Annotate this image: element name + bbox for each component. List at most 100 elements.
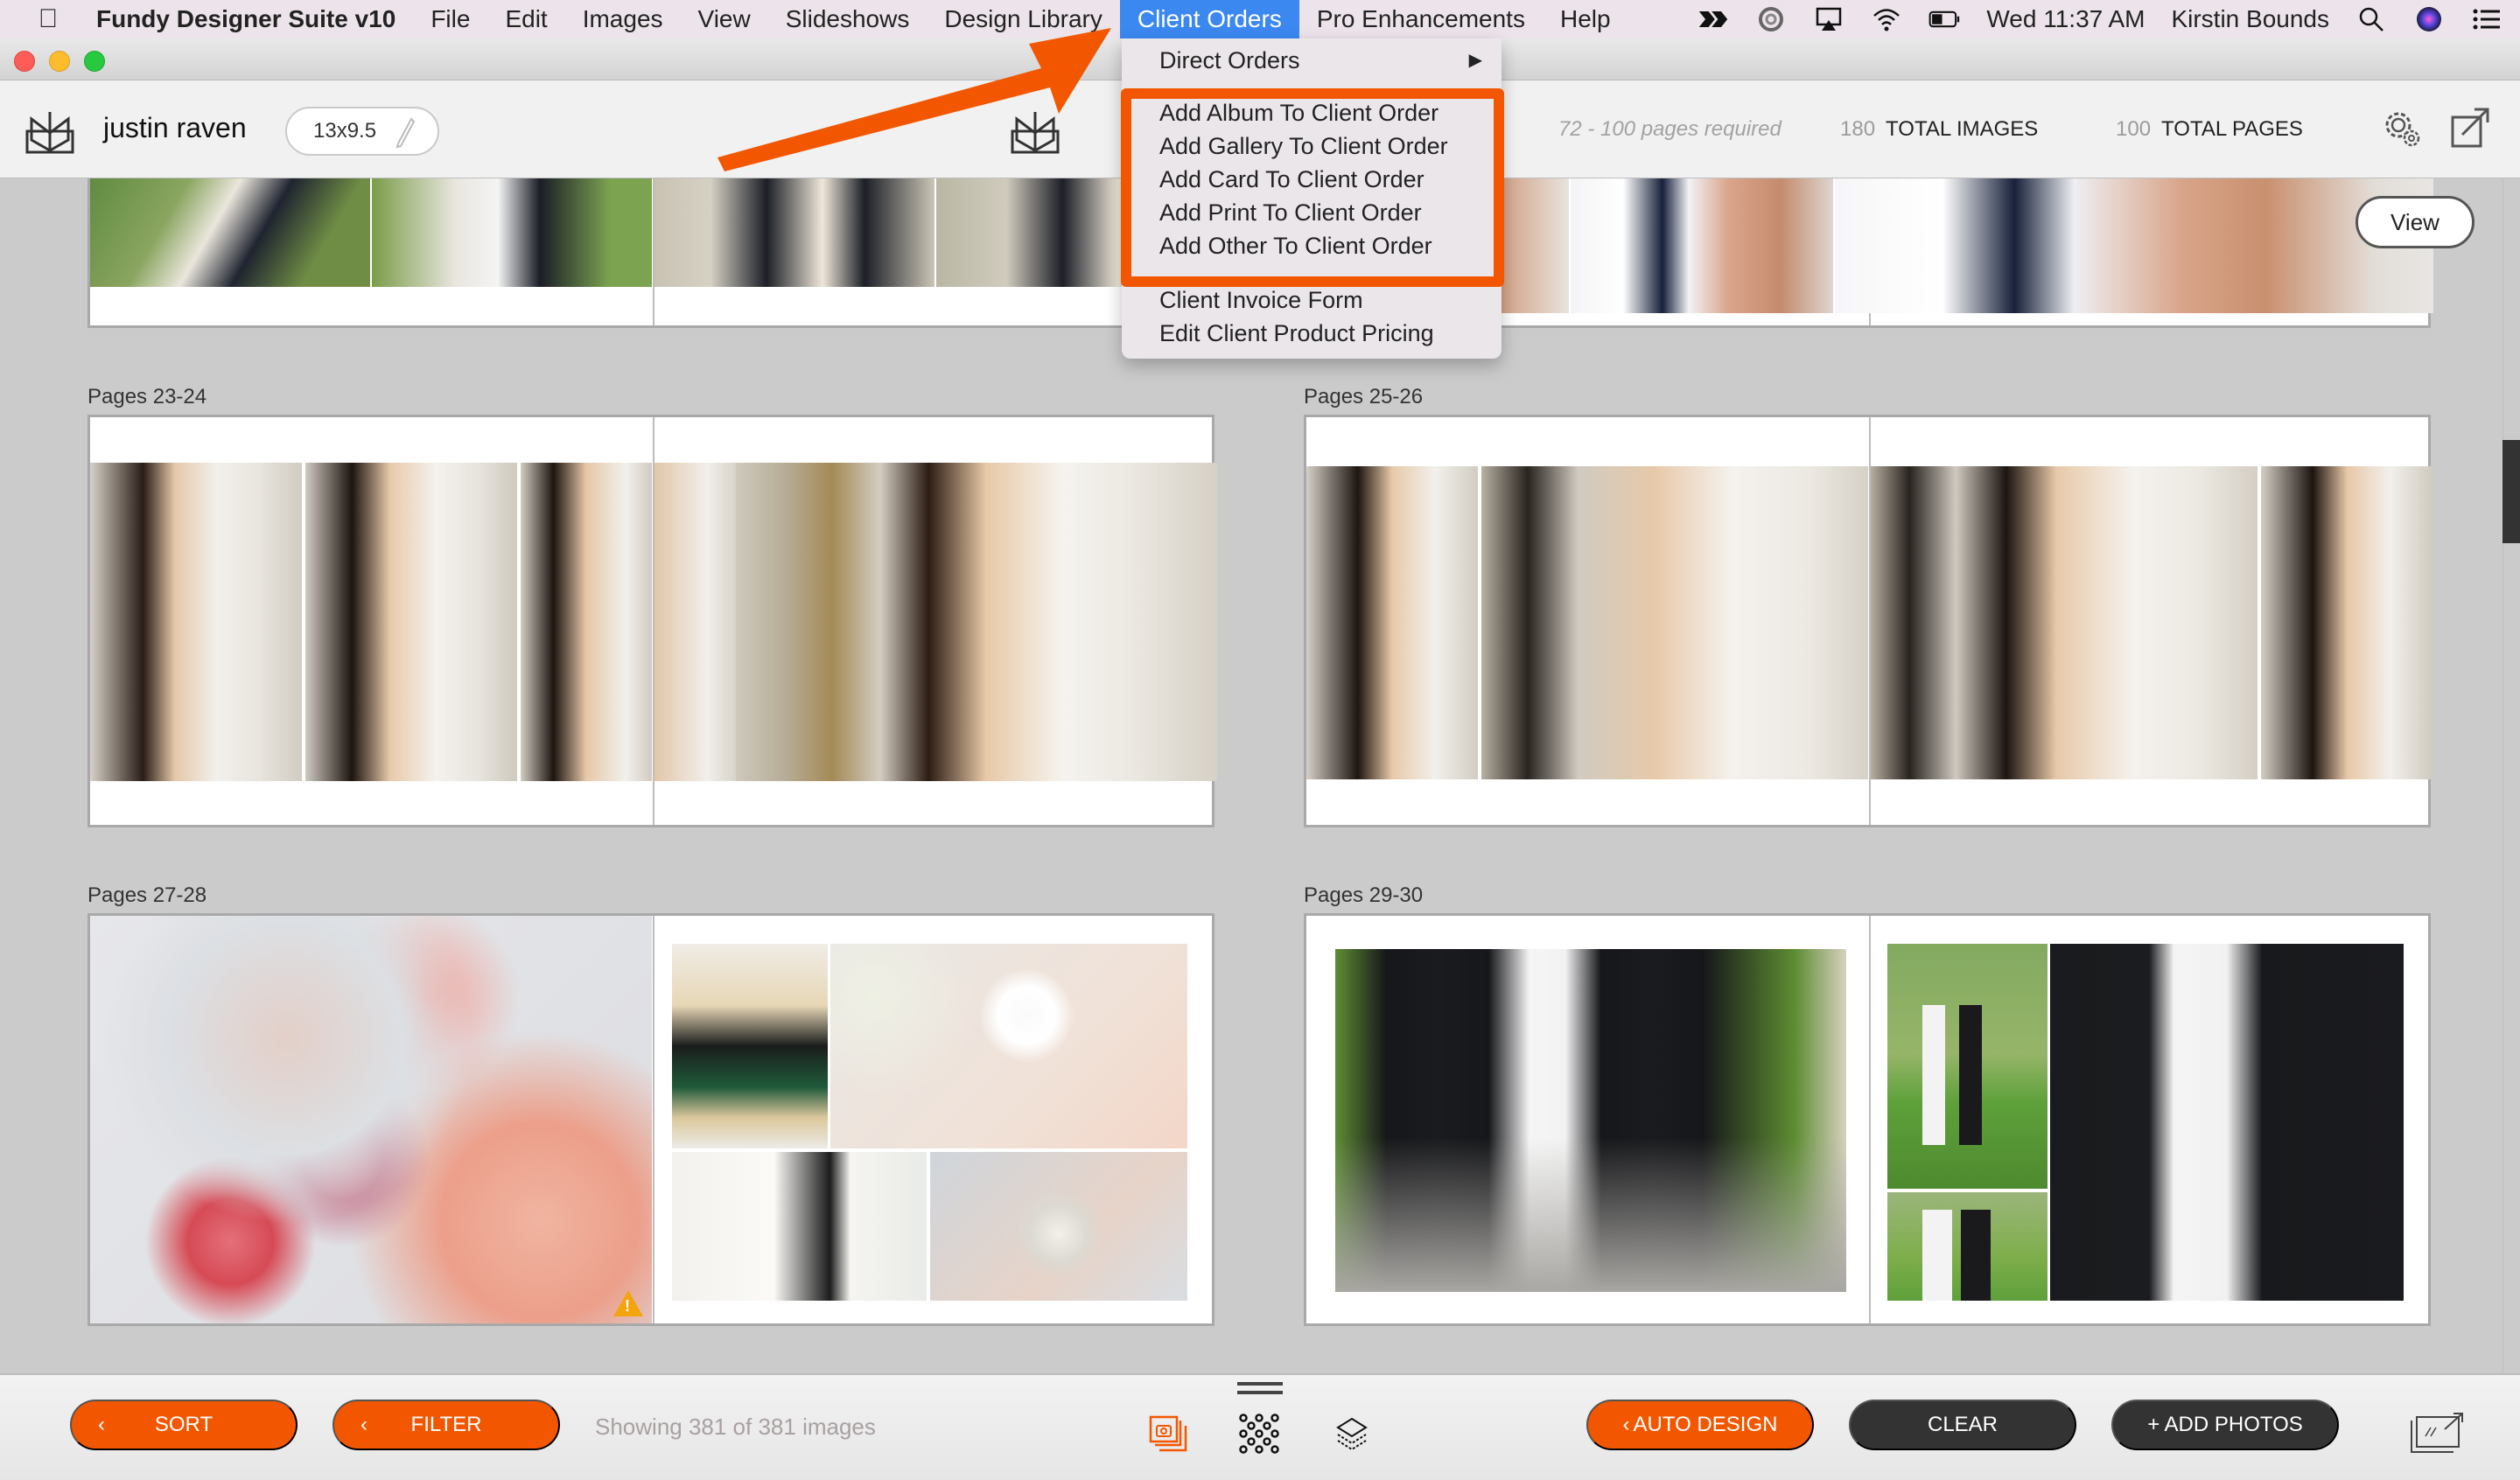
total-images-label: TOTAL IMAGES: [1886, 117, 2039, 141]
add-photos-label: + ADD PHOTOS: [2147, 1413, 2303, 1436]
spread-photo-continued: [654, 463, 742, 781]
menu-edit[interactable]: Edit: [487, 0, 564, 38]
fundy-album-logo-icon[interactable]: [24, 110, 75, 160]
layers-icon[interactable]: [1336, 1417, 1368, 1455]
spread-photo[interactable]: [90, 916, 652, 1323]
panel-resize-handle[interactable]: [1237, 1382, 1283, 1394]
spread-photo[interactable]: [672, 944, 828, 1148]
macos-menu-bar:  Fundy Designer Suite v10 File Edit Ima…: [0, 0, 2520, 38]
menu-app-name[interactable]: Fundy Designer Suite v10: [96, 0, 413, 38]
view-button[interactable]: View: [2356, 196, 2474, 248]
spread-pages-27-28[interactable]: !: [88, 913, 1214, 1326]
photo-figure: [1922, 1005, 1945, 1145]
sort-label: SORT: [154, 1413, 214, 1436]
menu-item-label: Direct Orders: [1159, 47, 1300, 73]
menubar-user[interactable]: Kirstin Bounds: [2171, 5, 2329, 33]
clear-label: CLEAR: [1927, 1413, 1998, 1436]
spread-photo[interactable]: [654, 178, 934, 287]
vertical-scrollbar-thumb[interactable]: [2502, 440, 2520, 543]
spread-fold: [1869, 916, 1871, 1323]
bottom-toolbar: ‹ SORT ‹ FILTER Showing 381 of 381 image…: [0, 1373, 2520, 1480]
total-images-count: 180: [1840, 117, 1876, 141]
annotation-highlight-box: [1121, 88, 1504, 287]
spread-photo[interactable]: [1306, 466, 1478, 779]
spread-photo[interactable]: [305, 463, 517, 781]
spotlight-search-icon[interactable]: [2356, 6, 2387, 32]
spread-partial-left[interactable]: [88, 178, 1217, 328]
settings-gears-icon[interactable]: [2382, 108, 2422, 153]
spread-photo[interactable]: [1887, 944, 2048, 1189]
chevron-left-icon: ‹: [1622, 1413, 1630, 1436]
filter-button[interactable]: ‹ FILTER: [332, 1400, 560, 1450]
spread-pages-29-30[interactable]: [1304, 913, 2431, 1326]
spread-photo[interactable]: [1871, 466, 2258, 779]
menubar-clock[interactable]: Wed 11:37 AM: [1986, 5, 2145, 33]
apple-menu-icon[interactable]: : [0, 4, 96, 34]
pop-out-window-icon[interactable]: [2450, 107, 2490, 153]
image-stack-icon[interactable]: [1149, 1415, 1187, 1456]
spread-photo[interactable]: [1481, 466, 1868, 779]
spread-photo[interactable]: [2050, 944, 2404, 1301]
spread-photo[interactable]: [930, 1152, 1187, 1301]
spread-photo[interactable]: [736, 463, 1217, 781]
total-pages-label: TOTAL PAGES: [2161, 117, 2303, 141]
menu-item-direct-orders[interactable]: Direct Orders: [1159, 47, 1483, 74]
image-count-text: Showing 381 of 381 images: [595, 1414, 876, 1440]
battery-icon[interactable]: [1928, 6, 1960, 32]
auto-design-label: AUTO DESIGN: [1633, 1413, 1778, 1436]
spread-photo[interactable]: [1835, 178, 2433, 313]
total-pages-stat: 100 TOTAL PAGES: [2116, 117, 2303, 142]
spread-label: Pages 27-28: [88, 883, 207, 907]
spread-photo[interactable]: [372, 178, 652, 287]
notification-center-icon[interactable]: [2471, 6, 2502, 32]
window-close-button[interactable]: [14, 51, 35, 72]
auto-design-button[interactable]: ‹ AUTO DESIGN: [1586, 1400, 1814, 1450]
album-size-value: 13x9.5: [313, 119, 377, 143]
total-images-stat: 180 TOTAL IMAGES: [1840, 117, 2038, 142]
grid-dots-icon[interactable]: [1239, 1414, 1279, 1458]
window-minimize-button[interactable]: [49, 51, 70, 72]
spread-label: Pages 23-24: [88, 385, 207, 408]
siri-icon[interactable]: [2413, 6, 2445, 32]
spread-fold: [653, 916, 654, 1323]
wifi-icon[interactable]: [1871, 6, 1902, 32]
spread-label: Pages 25-26: [1304, 385, 1424, 408]
spread-pages-23-24[interactable]: [88, 415, 1217, 827]
spread-photo[interactable]: [1335, 949, 1846, 1292]
menu-pro-enhancements[interactable]: Pro Enhancements: [1299, 0, 1543, 38]
menu-file[interactable]: File: [413, 0, 487, 38]
menu-item-client-invoice-form[interactable]: Client Invoice Form: [1159, 287, 1363, 314]
spread-photo[interactable]: [672, 1152, 927, 1301]
window-zoom-button[interactable]: [84, 51, 105, 72]
spread-photo[interactable]: [1571, 178, 1833, 313]
add-photos-button[interactable]: + ADD PHOTOS: [2111, 1400, 2339, 1450]
album-size-pill[interactable]: 13x9.5: [285, 107, 439, 156]
low-resolution-warning-icon[interactable]: !: [613, 1290, 643, 1316]
spread-photo[interactable]: [1887, 1192, 2048, 1301]
spread-photo[interactable]: [830, 944, 1187, 1148]
clear-button[interactable]: CLEAR: [1849, 1400, 2076, 1450]
spread-label: Pages 29-30: [1304, 883, 1424, 907]
sort-button[interactable]: ‹ SORT: [70, 1400, 298, 1450]
filter-label: FILTER: [410, 1413, 482, 1436]
edit-pencil-icon[interactable]: [396, 117, 416, 155]
menu-item-edit-client-product-pricing[interactable]: Edit Client Product Pricing: [1159, 320, 1434, 347]
chevron-left-icon: ‹: [360, 1413, 368, 1436]
spread-photo[interactable]: [90, 178, 370, 287]
chevron-left-icon: ‹: [98, 1413, 105, 1436]
menu-help[interactable]: Help: [1543, 0, 1628, 38]
vertical-scrollbar-track[interactable]: [2502, 178, 2520, 1373]
spread-pages-25-26[interactable]: [1304, 415, 2433, 827]
airplay-icon[interactable]: [1813, 6, 1844, 32]
bitbar-icon[interactable]: [1698, 6, 1729, 32]
spread-photo[interactable]: [90, 463, 302, 781]
expand-panel-icon[interactable]: [2408, 1412, 2466, 1460]
spread-photo[interactable]: [521, 463, 652, 781]
menu-images[interactable]: Images: [565, 0, 681, 38]
spread-photo[interactable]: [2261, 466, 2433, 779]
photo-figure: [1959, 1005, 1982, 1145]
creative-cloud-icon[interactable]: [1755, 6, 1787, 32]
total-pages-count: 100: [2116, 117, 2152, 141]
photo-figure: [1922, 1210, 1952, 1301]
photo-figure: [1961, 1210, 1991, 1301]
